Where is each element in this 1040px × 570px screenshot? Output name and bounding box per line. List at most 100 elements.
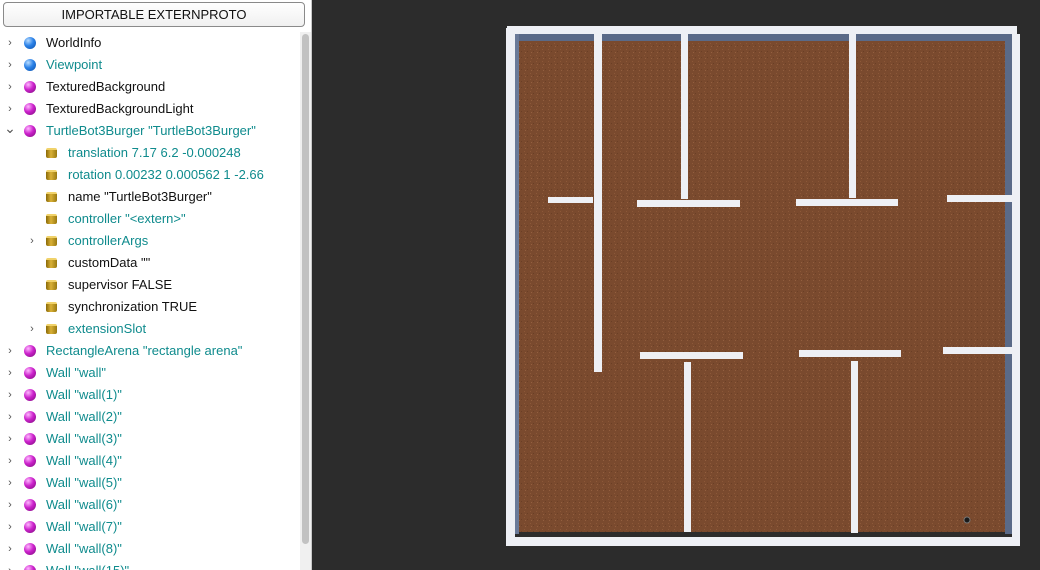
3d-viewport[interactable] [313, 0, 1040, 570]
tree-item[interactable]: › Wall "wall(15)" [0, 560, 300, 570]
field-cylinder-icon [46, 148, 57, 158]
field-cylinder-icon [46, 324, 57, 334]
chevron-right-icon[interactable]: › [4, 450, 16, 472]
tree-item-label: extensionSlot [68, 321, 147, 336]
tree-item-label: translation 7.17 6.2 -0.000248 [68, 145, 241, 160]
inner-wall-top-right-vertical [849, 33, 856, 198]
inner-wall-bottom-middle-vertical [684, 362, 691, 532]
chevron-right-icon[interactable]: › [4, 76, 16, 98]
chevron-right-icon[interactable]: › [4, 98, 16, 120]
chevron-right-icon[interactable]: › [26, 230, 38, 252]
tree-item-label: Wall "wall(7)" [46, 519, 122, 534]
inner-wall-top-middle-vertical [681, 33, 688, 199]
importable-externproto-button[interactable]: IMPORTABLE EXTERNPROTO [3, 2, 305, 27]
tree-item[interactable]: › RectangleArena "rectangle arena" [0, 340, 300, 362]
tree-item-label: synchronization TRUE [68, 299, 198, 314]
scene-tree-scrollbar[interactable] [300, 32, 311, 570]
chevron-right-icon[interactable]: › [4, 472, 16, 494]
inner-wall-bottom-right-vertical [851, 361, 858, 533]
scene-tree: › WorldInfo › Viewpoint › TexturedBackground ›… [0, 32, 300, 570]
node-sphere-purple-icon [24, 125, 36, 137]
tree-item-label: Wall "wall(3)" [46, 431, 122, 446]
node-sphere-purple-icon [24, 367, 36, 379]
tree-item[interactable]: › controllerArgs [0, 230, 300, 252]
tree-item-label: Wall "wall(8)" [46, 541, 122, 556]
tree-item-label: WorldInfo [46, 35, 102, 50]
node-sphere-blue-icon [24, 37, 36, 49]
tree-item[interactable]: controller "<extern>" [0, 208, 300, 230]
turtlebot-robot[interactable] [963, 516, 971, 524]
inner-wall-upper-far-right [947, 195, 1013, 202]
tree-item[interactable]: › Wall "wall(7)" [0, 516, 300, 538]
tree-item[interactable]: rotation 0.00232 0.000562 1 -2.66 [0, 164, 300, 186]
tree-item-label: controllerArgs [68, 233, 149, 248]
node-sphere-purple-icon [24, 103, 36, 115]
tree-item[interactable]: › Viewpoint [0, 54, 300, 76]
tree-item[interactable]: › Wall "wall(4)" [0, 450, 300, 472]
inner-wall-lower-right [799, 350, 901, 357]
arena-scene[interactable] [313, 0, 1040, 570]
tree-item-label: Wall "wall" [46, 365, 107, 380]
chevron-right-icon[interactable]: › [4, 340, 16, 362]
scrollbar-thumb[interactable] [302, 34, 309, 544]
chevron-right-icon[interactable]: › [4, 362, 16, 384]
chevron-right-icon[interactable]: › [4, 32, 16, 54]
chevron-right-icon[interactable]: › [4, 516, 16, 538]
tree-item[interactable]: supervisor FALSE [0, 274, 300, 296]
tree-item[interactable]: synchronization TRUE [0, 296, 300, 318]
tree-item[interactable]: › TexturedBackgroundLight [0, 98, 300, 120]
tree-item-label: Wall "wall(1)" [46, 387, 122, 402]
tree-item-label: TexturedBackgroundLight [46, 101, 194, 116]
chevron-right-icon[interactable]: › [4, 406, 16, 428]
tree-item[interactable]: › Wall "wall(3)" [0, 428, 300, 450]
node-sphere-blue-icon [24, 59, 36, 71]
field-cylinder-icon [46, 170, 57, 180]
tree-item[interactable]: › Wall "wall(5)" [0, 472, 300, 494]
tree-item[interactable]: name "TurtleBot3Burger" [0, 186, 300, 208]
tree-item[interactable]: translation 7.17 6.2 -0.000248 [0, 142, 300, 164]
tree-item-label: name "TurtleBot3Burger" [68, 189, 212, 204]
tree-item[interactable]: › Wall "wall(6)" [0, 494, 300, 516]
tree-item[interactable]: › WorldInfo [0, 32, 300, 54]
tree-item[interactable]: › Wall "wall(8)" [0, 538, 300, 560]
field-cylinder-icon [46, 236, 57, 246]
tree-item-label: customData "" [68, 255, 151, 270]
tree-item-label: Viewpoint [46, 57, 103, 72]
tree-item[interactable]: › Wall "wall(1)" [0, 384, 300, 406]
tree-item[interactable]: › TexturedBackground [0, 76, 300, 98]
field-cylinder-icon [46, 214, 57, 224]
chevron-right-icon[interactable]: › [26, 318, 38, 340]
chevron-right-icon[interactable]: › [4, 560, 16, 570]
outer-wall-left [506, 28, 515, 546]
tree-item[interactable]: ⌄ TurtleBot3Burger "TurtleBot3Burger" [0, 120, 300, 142]
inner-wall-upper-right [796, 199, 898, 206]
arena-floor[interactable] [519, 40, 1009, 532]
field-cylinder-icon [46, 280, 57, 290]
tree-item-label: Wall "wall(4)" [46, 453, 122, 468]
inner-wall-left-vertical [594, 32, 602, 372]
chevron-right-icon[interactable]: › [4, 538, 16, 560]
scene-tree-panel: IMPORTABLE EXTERNPROTO › WorldInfo › Viewpo… [0, 0, 312, 570]
node-sphere-purple-icon [24, 477, 36, 489]
node-sphere-purple-icon [24, 521, 36, 533]
tree-item-label: TurtleBot3Burger "TurtleBot3Burger" [46, 123, 256, 138]
chevron-right-icon[interactable]: › [4, 54, 16, 76]
chevron-right-icon[interactable]: › [4, 428, 16, 450]
tree-item-label: TexturedBackground [46, 79, 166, 94]
node-sphere-purple-icon [24, 565, 36, 570]
outer-wall-right [1012, 34, 1020, 546]
chevron-right-icon[interactable]: › [4, 494, 16, 516]
outer-wall-bottom [506, 537, 1020, 546]
node-sphere-purple-icon [24, 499, 36, 511]
tree-item[interactable]: › Wall "wall(2)" [0, 406, 300, 428]
tree-item[interactable]: customData "" [0, 252, 300, 274]
tree-item[interactable]: › extensionSlot [0, 318, 300, 340]
tree-item[interactable]: › Wall "wall" [0, 362, 300, 384]
field-cylinder-icon [46, 258, 57, 268]
chevron-right-icon[interactable]: › [4, 384, 16, 406]
inner-wall-upper-left-stub [548, 197, 593, 203]
tree-item-label: Wall "wall(6)" [46, 497, 122, 512]
field-cylinder-icon [46, 302, 57, 312]
node-sphere-purple-icon [24, 411, 36, 423]
chevron-down-icon[interactable]: ⌄ [4, 120, 16, 142]
